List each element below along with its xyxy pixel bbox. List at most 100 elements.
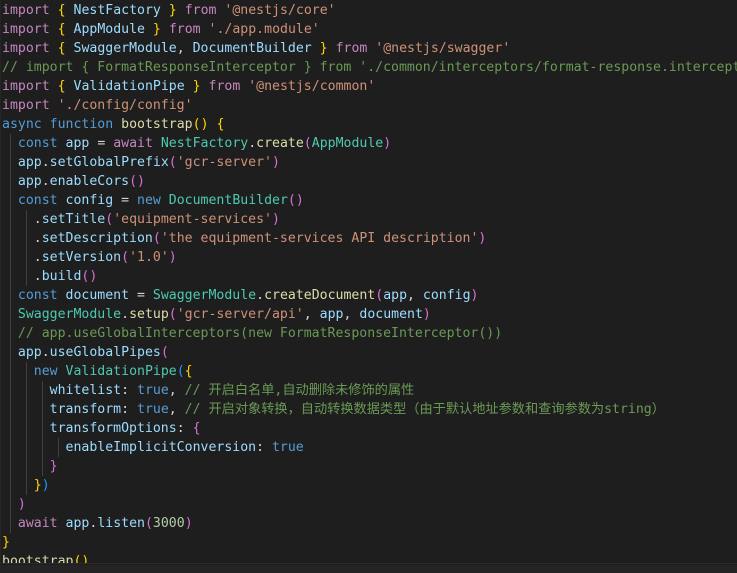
indent-guides bbox=[0, 267, 737, 286]
code-token: . bbox=[33, 269, 42, 284]
code-token: ( bbox=[168, 307, 177, 322]
code-token: 'equipment-services' bbox=[113, 212, 272, 227]
code-line[interactable]: SwaggerModule.setup('gcr-server/api', ap… bbox=[0, 305, 737, 324]
code-token: ( bbox=[160, 345, 169, 360]
code-token: . bbox=[33, 212, 42, 227]
code-token: new bbox=[137, 193, 161, 208]
code-line[interactable]: .build() bbox=[0, 267, 737, 286]
code-token: ) bbox=[478, 231, 487, 246]
code-token: , bbox=[303, 307, 320, 322]
code-token: } bbox=[168, 3, 177, 18]
code-token: . bbox=[41, 345, 50, 360]
code-token: = bbox=[129, 288, 153, 303]
code-line[interactable]: }) bbox=[0, 476, 737, 495]
code-token: bootstrap bbox=[121, 117, 193, 132]
code-token: document bbox=[359, 307, 423, 322]
code-line-text: app.setGlobalPrefix('gcr-server') bbox=[2, 155, 280, 170]
code-line[interactable]: import { NestFactory } from '@nestjs/cor… bbox=[0, 1, 737, 20]
code-line[interactable]: app.useGlobalPipes( bbox=[0, 343, 737, 362]
code-token: { bbox=[192, 421, 201, 436]
code-token: whitelist bbox=[49, 383, 122, 398]
code-line-text: const config = new DocumentBuilder() bbox=[2, 193, 304, 208]
code-token: './config/config' bbox=[57, 98, 193, 113]
code-token: } bbox=[152, 22, 161, 37]
code-token: import bbox=[2, 98, 50, 113]
code-line[interactable]: // import { FormatResponseInterceptor } … bbox=[0, 58, 737, 77]
code-line[interactable]: .setVersion('1.0') bbox=[0, 248, 737, 267]
code-token: 'the equipment-services API description' bbox=[160, 231, 479, 246]
code-token: new bbox=[33, 364, 58, 379]
code-line[interactable]: const document = SwaggerModule.createDoc… bbox=[0, 286, 737, 305]
code-line[interactable]: ) bbox=[0, 495, 737, 514]
code-token: ( bbox=[287, 193, 296, 208]
code-token: ( bbox=[129, 174, 138, 189]
code-token: app bbox=[65, 516, 90, 531]
code-line[interactable]: import { SwaggerModule, DocumentBuilder … bbox=[0, 39, 737, 58]
code-line-text: }) bbox=[2, 478, 50, 493]
code-token: import bbox=[2, 3, 50, 18]
code-token: ) bbox=[137, 174, 145, 189]
code-line[interactable]: enableImplicitConversion: true bbox=[0, 438, 737, 457]
code-token: ( bbox=[192, 117, 201, 132]
code-line[interactable]: app.setGlobalPrefix('gcr-server') bbox=[0, 153, 737, 172]
code-token: ) bbox=[295, 193, 304, 208]
code-line[interactable]: const config = new DocumentBuilder() bbox=[0, 191, 737, 210]
code-token: } bbox=[192, 79, 201, 94]
code-line-text: app.useGlobalPipes( bbox=[2, 345, 169, 360]
code-token: ) bbox=[272, 155, 280, 170]
code-line[interactable]: whitelist: true, // 开启白名单,自动删除未修饰的属性 bbox=[0, 381, 737, 400]
code-line[interactable]: app.enableCors() bbox=[0, 172, 737, 191]
code-line[interactable]: const app = await NestFactory.create(App… bbox=[0, 134, 737, 153]
code-line-text: .setVersion('1.0') bbox=[2, 250, 177, 265]
code-line[interactable]: await app.listen(3000) bbox=[0, 514, 737, 533]
code-token: : bbox=[256, 440, 272, 455]
code-token: from bbox=[208, 79, 241, 94]
code-line[interactable]: new ValidationPipe({ bbox=[0, 362, 737, 381]
code-line[interactable]: transform: true, // 开启对象转换，自动转换数据类型（由于默认… bbox=[0, 400, 737, 419]
code-line-text: // app.useGlobalInterceptors(new FormatR… bbox=[2, 326, 502, 341]
code-line-text: import { ValidationPipe } from '@nestjs/… bbox=[2, 79, 375, 94]
code-line[interactable]: import { ValidationPipe } from '@nestjs/… bbox=[0, 77, 737, 96]
horizontal-scrollbar[interactable] bbox=[0, 563, 737, 573]
code-content-area[interactable]: import { NestFactory } from '@nestjs/cor… bbox=[0, 0, 737, 564]
code-token: app bbox=[383, 288, 408, 303]
code-token: ( bbox=[121, 250, 130, 265]
code-line[interactable]: .setDescription('the equipment-services … bbox=[0, 229, 737, 248]
code-line[interactable]: } bbox=[0, 533, 737, 552]
code-token: app bbox=[17, 174, 42, 189]
horizontal-scrollbar-thumb[interactable] bbox=[0, 565, 737, 573]
code-line[interactable]: transformOptions: { bbox=[0, 419, 737, 438]
code-token: NestFactory bbox=[73, 3, 161, 18]
code-token: SwaggerModule bbox=[73, 41, 177, 56]
code-token: ) bbox=[184, 516, 193, 531]
code-token: import bbox=[2, 79, 50, 94]
code-line-text: .build() bbox=[2, 269, 98, 284]
code-line[interactable]: // app.useGlobalInterceptors(new FormatR… bbox=[0, 324, 737, 343]
code-editor[interactable]: import { NestFactory } from '@nestjs/cor… bbox=[0, 0, 737, 573]
code-line-text: transform: true, // 开启对象转换，自动转换数据类型（由于默认… bbox=[2, 402, 665, 417]
code-token: listen bbox=[97, 516, 145, 531]
code-line[interactable]: import './config/config' bbox=[0, 96, 737, 115]
code-line[interactable]: } bbox=[0, 457, 737, 476]
code-token: const bbox=[17, 193, 58, 208]
code-line[interactable]: async function bootstrap() { bbox=[0, 115, 737, 134]
code-line[interactable]: .setTitle('equipment-services') bbox=[0, 210, 737, 229]
code-line[interactable]: import { AppModule } from './app.module' bbox=[0, 20, 737, 39]
